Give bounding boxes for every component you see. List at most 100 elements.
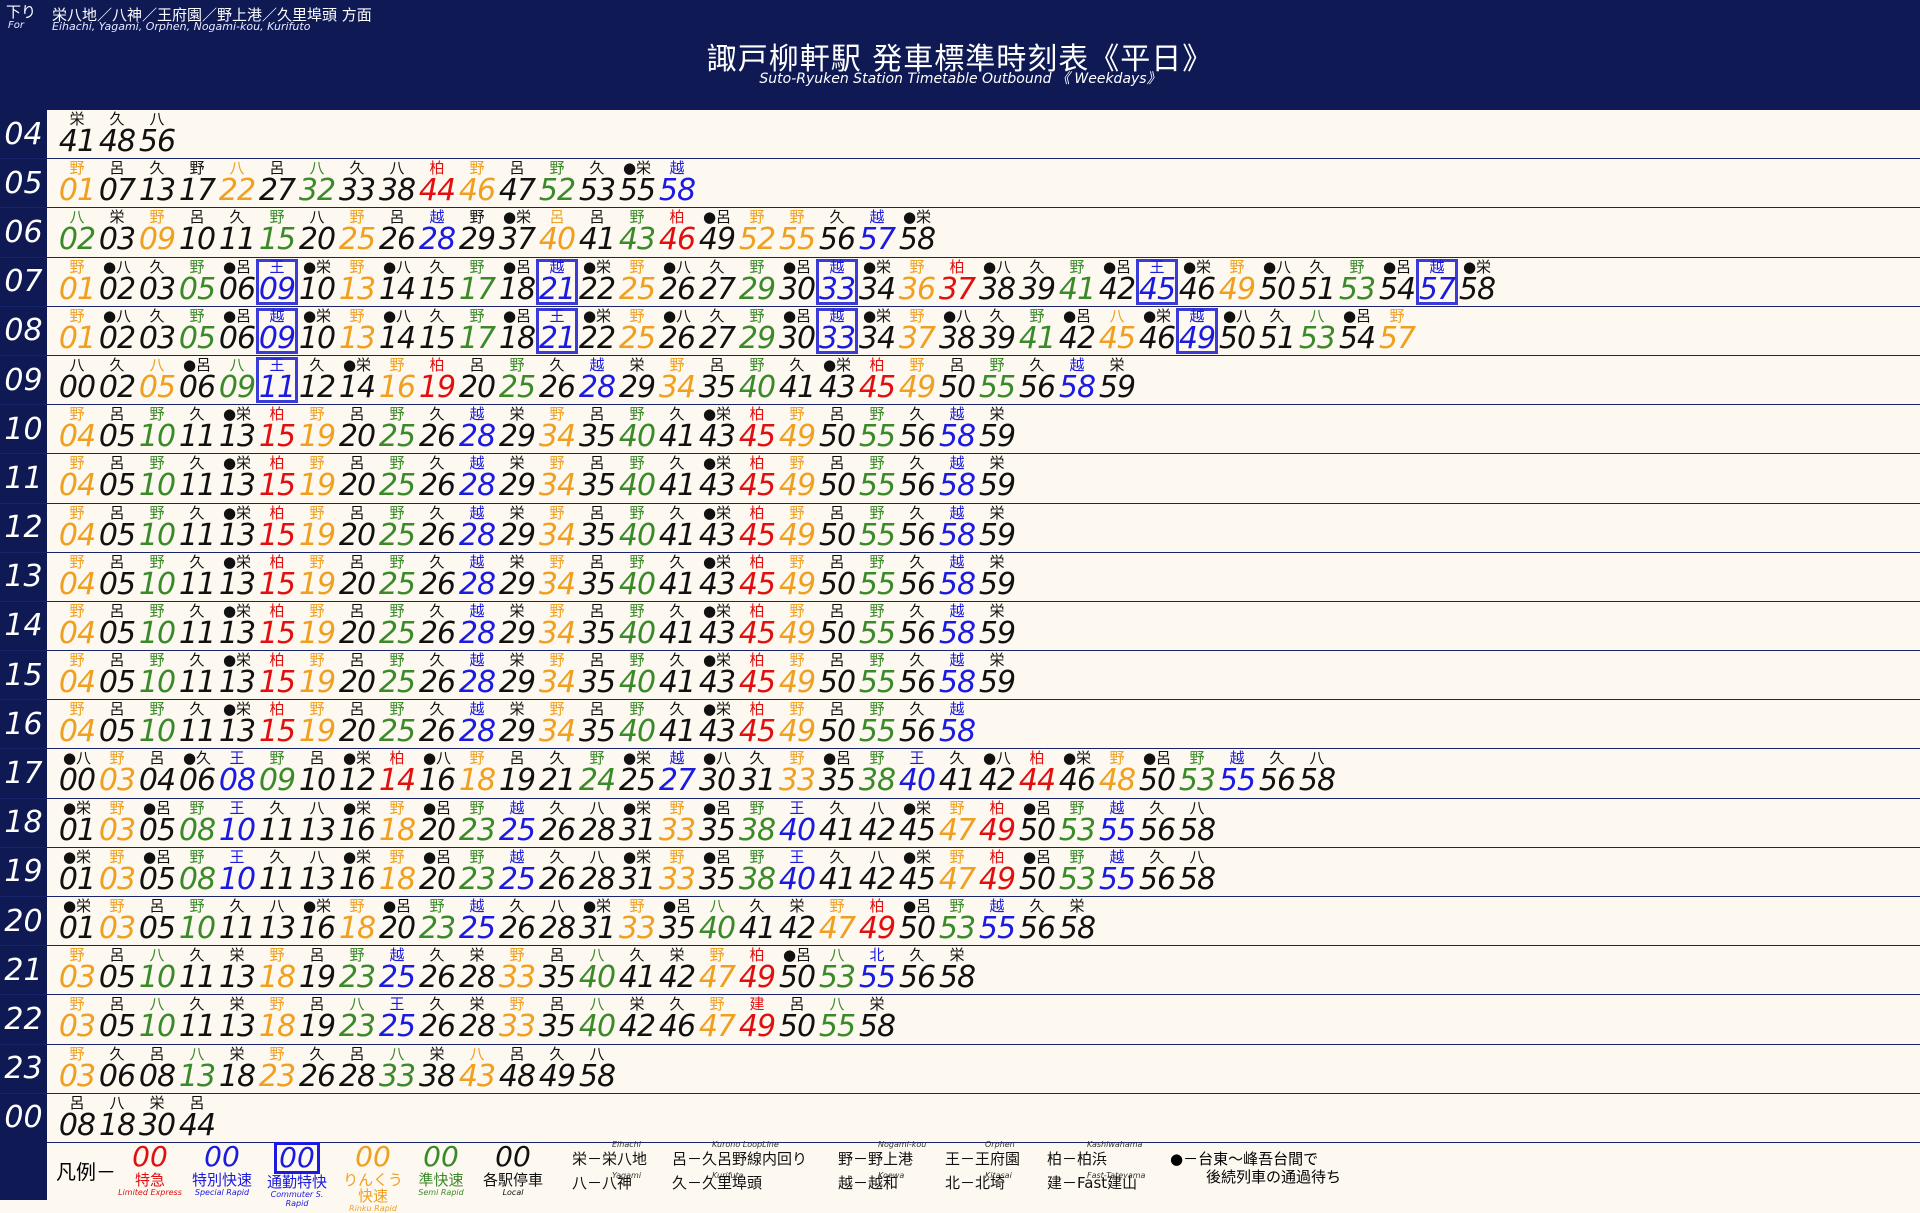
departure-minute: 57 (858, 222, 896, 258)
departure-minute: 55 (858, 419, 896, 455)
timetable-grid: 04 栄 41 久 48 八 56 05 野 01 呂 07 久 13 野 17 八 22 呂 27 八 32 久 33 八 38… (0, 110, 1920, 1143)
departure-minute: 17 (458, 320, 496, 356)
departure-minute: 56 (1138, 861, 1176, 897)
departure-minute: 55 (618, 173, 656, 209)
departure-minute: 40 (698, 911, 736, 946)
departure-minute: 56 (1018, 369, 1056, 405)
departure-minute: 09 (258, 271, 296, 307)
departure-minute: 25 (498, 812, 536, 848)
departure-minute: 01 (58, 812, 96, 848)
departure-minute: 47 (698, 960, 736, 996)
departure-minute: 11 (178, 1009, 216, 1045)
departure-minute: 40 (898, 763, 936, 799)
departure-minute: 06 (218, 320, 256, 356)
departure-minute: 51 (1258, 320, 1296, 356)
departure-minute: 19 (498, 763, 536, 799)
departure-minute: 26 (658, 320, 696, 356)
departure-minute: 11 (178, 714, 216, 750)
departure-minute: 35 (578, 419, 616, 455)
departure-minute: 11 (178, 566, 216, 602)
hour-row: 04 栄 41 久 48 八 56 (0, 110, 1920, 160)
departure-minute: 10 (178, 222, 216, 258)
departure-minute: 45 (898, 861, 936, 897)
departure-minute: 55 (818, 1009, 856, 1045)
departure-minute: 20 (378, 911, 416, 946)
departure-minute: 45 (738, 419, 776, 455)
departure-minute: 55 (1098, 861, 1136, 897)
departure-minute: 42 (618, 1009, 656, 1045)
departure-minute: 20 (458, 369, 496, 405)
hour-row: 11 野 04 呂 05 野 10 久 11 ●栄 13 柏 15 野 19 呂 20 野 25 久 26 越 28 栄 29 野… (0, 454, 1920, 504)
departure-minute: 38 (738, 812, 776, 848)
departure-minute: 35 (698, 861, 736, 897)
departure: 栄 58 (1055, 897, 1103, 946)
hour-row: 13 野 04 呂 05 野 10 久 11 ●栄 13 柏 15 野 19 呂 20 野 25 久 26 越 28 栄 29 野… (0, 552, 1920, 602)
departure-minute: 40 (778, 812, 816, 848)
departure-minute: 26 (418, 468, 456, 504)
departure-minute: 28 (578, 369, 616, 405)
departure-minute: 56 (898, 468, 936, 504)
legend-dest: 柏－柏浜 (1047, 1150, 1108, 1168)
departure-minute: 05 (98, 714, 136, 750)
departure-minute: 15 (258, 419, 296, 455)
hour-row: 12 野 04 呂 05 野 10 久 11 ●栄 13 柏 15 野 19 呂 20 野 25 久 26 越 28 栄 29 野… (0, 503, 1920, 553)
departure-minute: 20 (338, 419, 376, 455)
departure-minute: 49 (778, 714, 816, 750)
departure-minute: 25 (378, 714, 416, 750)
departure-minute: 35 (578, 468, 616, 504)
hour-row: 07 野 01 ●八 02 久 03 野 05 ●呂 06 王 09 ●栄 10 野 13 ●八 14 久 15 野 17 ●… (0, 257, 1920, 307)
departure-minute: 21 (538, 763, 576, 799)
departure-minute: 15 (258, 714, 296, 750)
legend-dest: 越－越和 (838, 1174, 899, 1192)
departure-minute: 18 (378, 861, 416, 897)
departure-minute: 22 (218, 173, 256, 209)
departure-minute: 35 (818, 763, 856, 799)
departure-minute: 55 (858, 566, 896, 602)
departure-minute: 05 (98, 419, 136, 455)
departure-minute: 03 (58, 960, 96, 996)
departure-minute: 15 (258, 566, 296, 602)
departure-minute: 03 (98, 222, 136, 258)
departure-minute: 58 (938, 566, 976, 602)
hour-row: 15 野 04 呂 05 野 10 久 11 ●栄 13 柏 15 野 19 呂 20 野 25 久 26 越 28 栄 29 野… (0, 651, 1920, 701)
departure-minute: 05 (98, 1009, 136, 1045)
departure-minute: 10 (138, 517, 176, 553)
departure-minute: 46 (658, 1009, 696, 1045)
departure-minute: 55 (858, 960, 896, 996)
departure-minute: 43 (698, 468, 736, 504)
departure: 栄 59 (975, 504, 1023, 553)
hour-row: 16 野 04 呂 05 野 10 久 11 ●栄 13 柏 15 野 19 呂 20 野 25 久 26 越 28 栄 29 野… (0, 700, 1920, 750)
departure-minute: 40 (778, 861, 816, 897)
departure-minute: 29 (498, 419, 536, 455)
departure-minute: 33 (498, 960, 536, 996)
departure-minute: 44 (418, 173, 456, 209)
hour-label: 14 (0, 601, 47, 651)
legend-dest: 呂－久呂野線内回り (672, 1150, 808, 1168)
departure-minute: 50 (778, 960, 816, 996)
departure-minute: 49 (778, 615, 816, 651)
departure-minute: 38 (858, 763, 896, 799)
departure-minute: 59 (978, 665, 1016, 701)
departure-minute: 25 (378, 468, 416, 504)
legend-type-item: 00 特急 Limited Express (115, 1142, 185, 1198)
departure: 栄 59 (975, 602, 1023, 651)
departure-minute: 13 (218, 419, 256, 455)
departure-minute: 16 (338, 812, 376, 848)
departure-minute: 13 (218, 566, 256, 602)
departure-minute: 25 (378, 615, 416, 651)
departure-minute: 55 (778, 222, 816, 258)
departure-minute: 03 (138, 271, 176, 307)
departure-minute: 45 (858, 369, 896, 405)
departure-minute: 36 (898, 271, 936, 307)
departure-minute: 01 (58, 911, 96, 946)
legend-type-sample: 00 (187, 1142, 257, 1172)
departure: 野 57 (1375, 307, 1423, 356)
departure-minute: 45 (1098, 320, 1136, 356)
departure-minute: 23 (458, 861, 496, 897)
departure-minute: 28 (458, 665, 496, 701)
departure-minute: 05 (178, 320, 216, 356)
departure-minute: 53 (938, 911, 976, 946)
departure-minute: 49 (978, 812, 1016, 848)
departure-minute: 41 (658, 566, 696, 602)
departure-minute: 55 (858, 468, 896, 504)
